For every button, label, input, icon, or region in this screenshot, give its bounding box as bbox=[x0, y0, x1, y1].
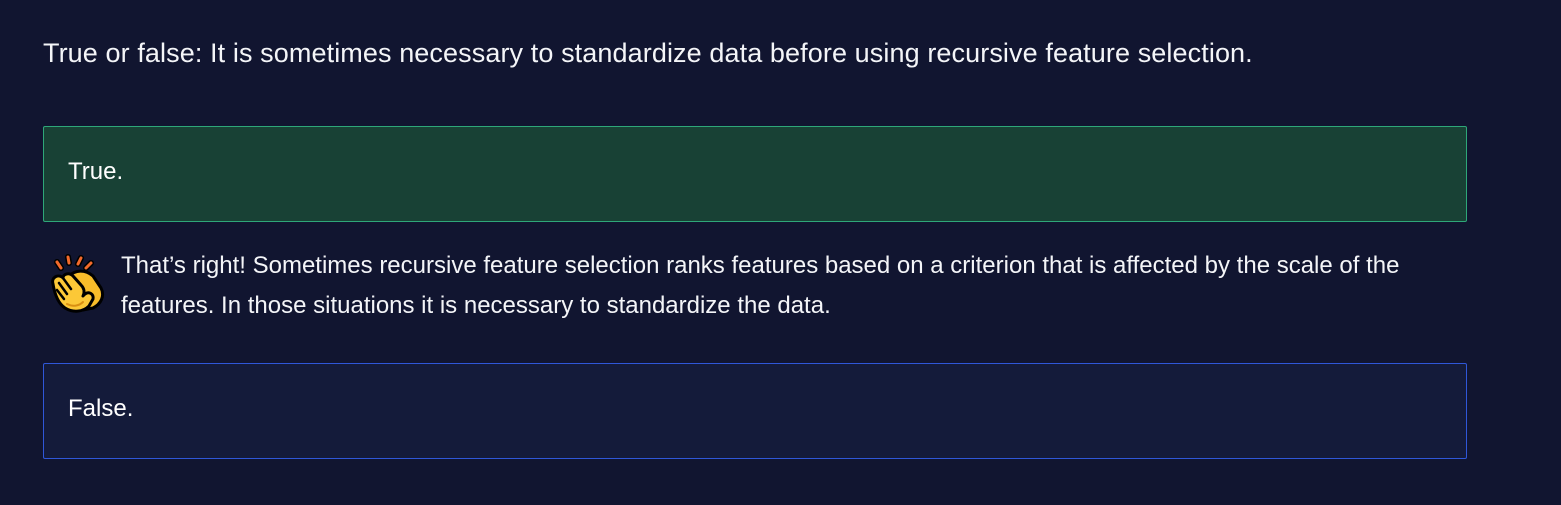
question-text: True or false: It is sometimes necessary… bbox=[43, 38, 1253, 68]
answer-option-false[interactable]: False. bbox=[43, 363, 1467, 459]
answer-option-label: False. bbox=[68, 395, 134, 422]
feedback-message: That’s right! Sometimes recursive featur… bbox=[43, 246, 1467, 336]
answer-option-label: True. bbox=[68, 158, 124, 185]
answer-option-true[interactable]: True. bbox=[43, 126, 1467, 222]
feedback-text: That’s right! Sometimes recursive featur… bbox=[121, 252, 1400, 319]
clapping-hands-icon bbox=[49, 254, 105, 314]
